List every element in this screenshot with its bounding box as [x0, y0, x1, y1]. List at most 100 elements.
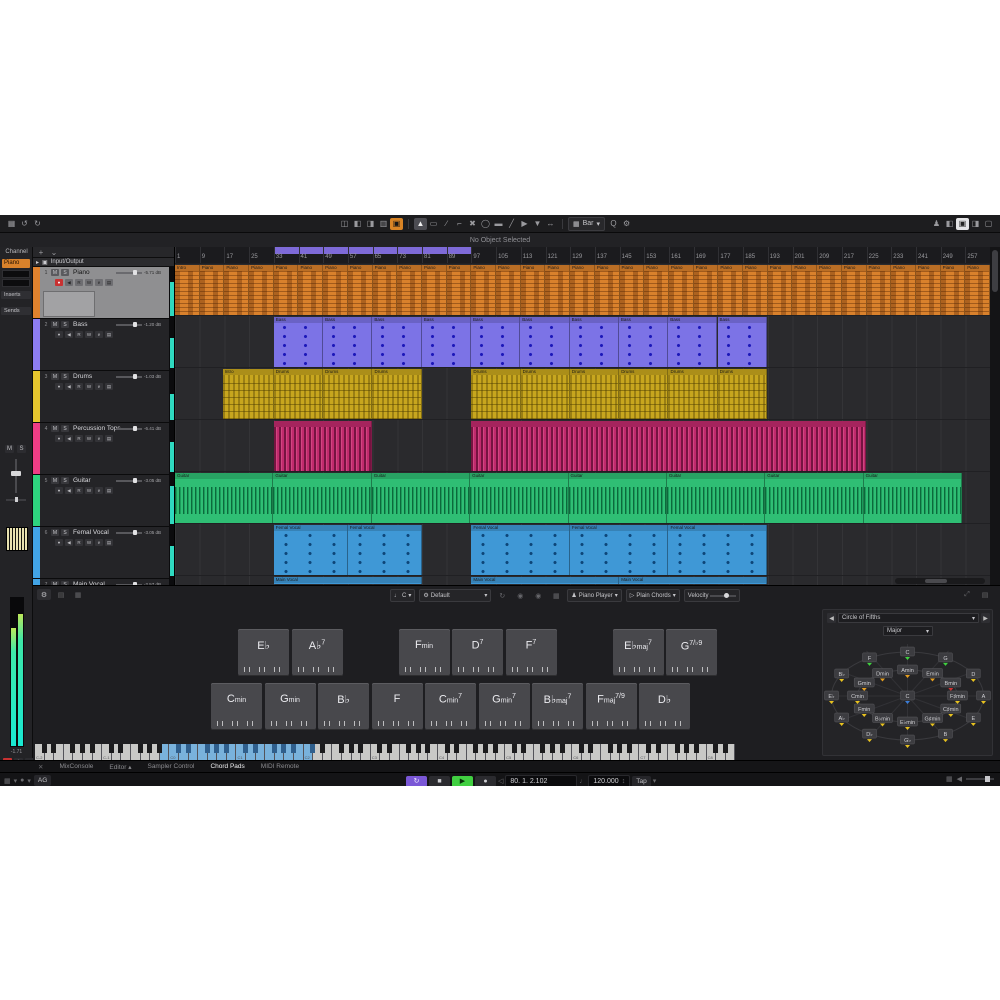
- read-automation-button[interactable]: R: [75, 539, 83, 546]
- pads-preset-dropdown[interactable]: ⚙Default▾: [419, 589, 491, 602]
- piano-key-black[interactable]: [588, 744, 593, 753]
- pad-remote-icon[interactable]: ◉: [513, 590, 527, 601]
- track-solo-button[interactable]: S: [61, 269, 69, 276]
- guitar-clip[interactable]: Guitar: [470, 473, 568, 523]
- freeze-button[interactable]: ▤: [105, 487, 113, 494]
- piano-clip[interactable]: Piano: [644, 265, 669, 315]
- track-row-femal-vocal[interactable]: 6MSFemal Vocal-3.05 dB●◀RWe▤: [33, 527, 175, 579]
- drums-clip[interactable]: Drums: [323, 369, 372, 419]
- piano-key-white[interactable]: C3: [371, 744, 381, 760]
- piano-clip[interactable]: Piano: [274, 265, 299, 315]
- chord-pad-E[interactable]: E♭: [238, 629, 289, 676]
- read-automation-button[interactable]: R: [75, 383, 83, 390]
- chord-pad-Fmin[interactable]: Fmin: [399, 629, 450, 676]
- player-setup-icon[interactable]: ◉: [531, 590, 545, 601]
- piano-key-black[interactable]: [694, 744, 699, 753]
- track-solo-button[interactable]: S: [61, 529, 69, 536]
- keyboard-focus-icon[interactable]: ▦: [4, 777, 11, 785]
- folder-track[interactable]: ▸ ▣ Input/Output: [33, 258, 175, 267]
- chord-pad-Emaj7[interactable]: E♭maj7: [613, 629, 664, 676]
- edit-channel-button[interactable]: e: [95, 279, 103, 286]
- channel-name-box[interactable]: Piano: [2, 259, 30, 268]
- piano-key-white[interactable]: [64, 744, 74, 760]
- piano-clip[interactable]: Piano: [397, 265, 422, 315]
- piano-key-black[interactable]: [253, 744, 258, 753]
- line-tool[interactable]: ↔: [544, 218, 557, 230]
- channel-solo-button[interactable]: S: [17, 445, 26, 453]
- bass-clip[interactable]: Bass: [471, 317, 520, 367]
- draw-tool[interactable]: ╱: [505, 218, 518, 230]
- previous-page-icon[interactable]: ◀: [827, 613, 836, 623]
- piano-key-black[interactable]: [224, 744, 229, 753]
- piano-key-white[interactable]: [668, 744, 678, 760]
- main-vocal-clip[interactable]: Main Vocal: [274, 577, 422, 584]
- chord-pad-Fmaj79[interactable]: Fmaj7/9: [586, 683, 637, 730]
- vertical-scrollbar[interactable]: [990, 247, 1000, 585]
- zoom-slider[interactable]: [895, 578, 985, 584]
- piano-clip[interactable]: Piano: [916, 265, 941, 315]
- guitar-clip[interactable]: Guitar: [273, 473, 371, 523]
- piano-clip[interactable]: Piano: [298, 265, 323, 315]
- drums-clip[interactable]: Drums: [570, 369, 619, 419]
- piano-clip[interactable]: Piano: [447, 265, 472, 315]
- write-automation-button[interactable]: W: [85, 331, 93, 338]
- piano-clip[interactable]: Piano: [249, 265, 274, 315]
- piano-clip[interactable]: Piano: [965, 265, 990, 315]
- piano-clip[interactable]: Piano: [471, 265, 496, 315]
- drums-clip[interactable]: Drums: [718, 369, 767, 419]
- guitar-clip[interactable]: Guitar: [765, 473, 863, 523]
- piano-clip[interactable]: Piano: [620, 265, 645, 315]
- track-solo-button[interactable]: S: [61, 425, 69, 432]
- write-automation-button[interactable]: W: [85, 435, 93, 442]
- right-zone-icon[interactable]: ▥: [377, 218, 390, 230]
- bass-clip[interactable]: Bass: [274, 317, 323, 367]
- inserts-section[interactable]: Inserts: [1, 291, 31, 299]
- piano-key-black[interactable]: [483, 744, 488, 753]
- dropdown-icon[interactable]: ▾: [27, 777, 31, 785]
- track-volume-slider[interactable]: [116, 532, 142, 534]
- piano-key-black[interactable]: [291, 744, 296, 753]
- record-enable-button[interactable]: ●: [55, 279, 63, 286]
- chord-pads-setup-icon[interactable]: ⚙: [37, 589, 51, 600]
- record-enable-button[interactable]: ●: [55, 487, 63, 494]
- chord-pad-Cmin[interactable]: Cmin: [211, 683, 262, 730]
- channel-fader-track[interactable]: [15, 459, 17, 493]
- zoom-tool[interactable]: ◯: [479, 218, 492, 230]
- drums-clip[interactable]: Intro: [223, 369, 274, 419]
- piano-key-black[interactable]: [675, 744, 680, 753]
- piano-clip[interactable]: Piano: [867, 265, 892, 315]
- piano-key-black[interactable]: [243, 744, 248, 753]
- piano-clip[interactable]: Piano: [422, 265, 447, 315]
- drums-clip[interactable]: Drums: [372, 369, 421, 419]
- chord-pad-Bmaj7[interactable]: B♭maj7: [532, 683, 583, 730]
- piano-key-white[interactable]: C7: [639, 744, 649, 760]
- right-zone-toggle-icon[interactable]: ◨: [969, 218, 982, 230]
- bass-clip[interactable]: Bass: [422, 317, 471, 367]
- drums-clip[interactable]: Drums: [471, 369, 520, 419]
- track-mute-button[interactable]: M: [51, 321, 59, 328]
- drums-clip[interactable]: Drums: [274, 369, 323, 419]
- percussion-clip[interactable]: [471, 421, 865, 471]
- piano-key-black[interactable]: [272, 744, 277, 753]
- edit-channel-button[interactable]: e: [95, 435, 103, 442]
- piano-key-white[interactable]: C-2: [35, 744, 45, 760]
- channel-fader-handle[interactable]: [11, 471, 21, 476]
- piano-key-black[interactable]: [445, 744, 450, 753]
- tab-editor[interactable]: Editor ▴: [109, 763, 131, 771]
- expand-icon[interactable]: ⤢: [960, 589, 974, 600]
- metronome-icon[interactable]: ♩: [579, 778, 586, 785]
- track-mute-button[interactable]: M: [51, 477, 59, 484]
- piano-key-black[interactable]: [339, 744, 344, 753]
- piano-key-white[interactable]: C0: [169, 744, 179, 760]
- piano-clip[interactable]: Piano: [224, 265, 249, 315]
- piano-key-black[interactable]: [473, 744, 478, 753]
- write-automation-button[interactable]: W: [85, 539, 93, 546]
- pads-view-icon[interactable]: ▦: [71, 589, 85, 600]
- snap-icon[interactable]: ⚙: [620, 218, 633, 230]
- drums-clip[interactable]: Drums: [668, 369, 717, 419]
- guitar-clip[interactable]: Guitar: [372, 473, 470, 523]
- range-selection-tool[interactable]: ▭: [427, 218, 440, 230]
- chord-pad-Gmin[interactable]: Gmin: [265, 683, 316, 730]
- piano-key-black[interactable]: [550, 744, 555, 753]
- folder-expand-icon[interactable]: ▸: [36, 259, 39, 266]
